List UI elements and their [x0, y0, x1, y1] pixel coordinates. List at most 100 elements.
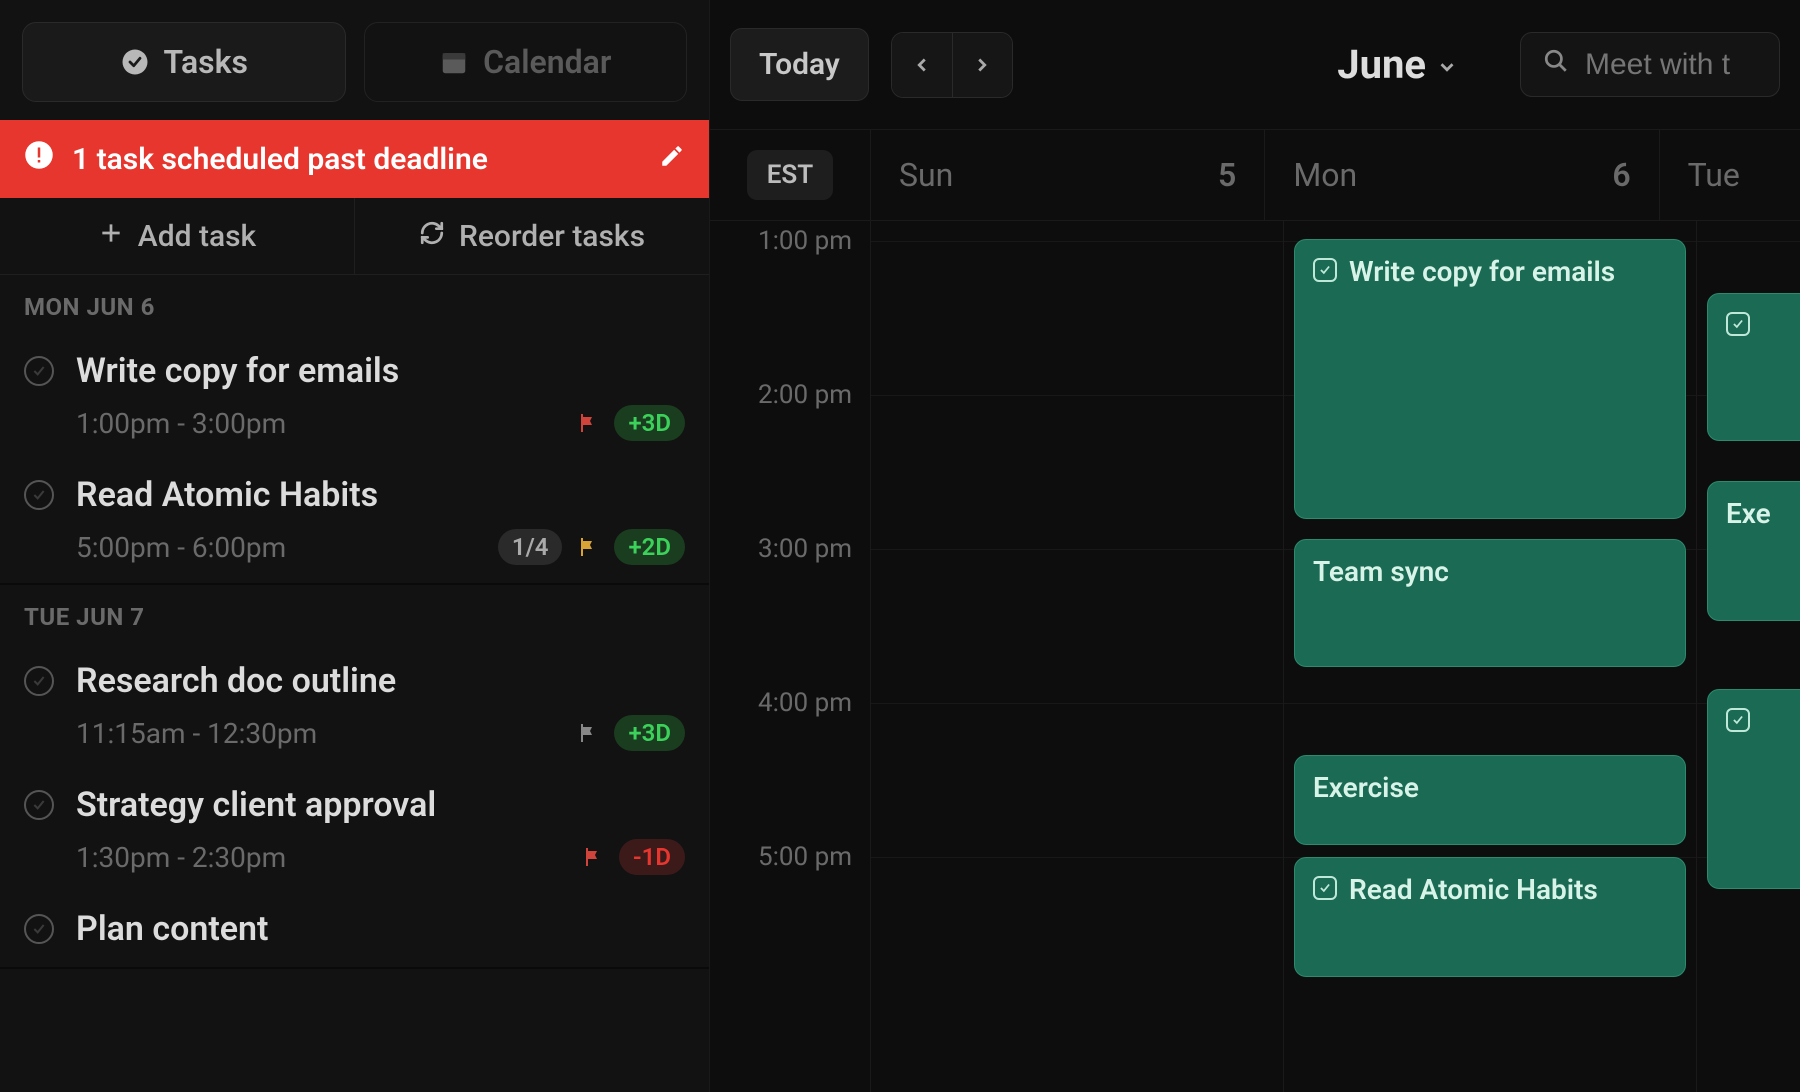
task-checkbox[interactable]	[24, 356, 54, 386]
task-item[interactable]: Research doc outline 11:15am - 12:30pm +…	[0, 645, 709, 769]
task-day-header: TUE JUN 7	[0, 585, 709, 645]
task-title: Read Atomic Habits	[76, 475, 378, 515]
event-checkbox[interactable]	[1726, 312, 1750, 336]
task-panel: Tasks Calendar 1 task scheduled past dea…	[0, 0, 710, 1092]
timezone-chip[interactable]: EST	[710, 130, 870, 220]
month-picker[interactable]: June	[1337, 41, 1458, 88]
delta-pill: +2D	[614, 529, 685, 565]
search-input[interactable]	[1585, 48, 1757, 82]
month-label: June	[1337, 41, 1426, 88]
alert-text: 1 task scheduled past deadline	[72, 142, 488, 177]
calendar-event[interactable]: Exe	[1707, 481, 1800, 621]
delta-pill: +3D	[614, 715, 685, 751]
progress-pill: 1/4	[498, 529, 563, 565]
tab-tasks-label: Tasks	[164, 43, 248, 81]
calendar-grid[interactable]: 1:00 pm 2:00 pm 3:00 pm 4:00 pm 5:00 pm Writ…	[710, 221, 1800, 1092]
tab-tasks[interactable]: Tasks	[22, 22, 346, 102]
task-title: Strategy client approval	[76, 785, 436, 825]
day-name: Mon	[1293, 156, 1357, 194]
timezone-label: EST	[747, 150, 834, 200]
task-list: MON JUN 6 Write copy for emails 1:00pm -…	[0, 275, 709, 969]
calendar-event[interactable]: Team sync	[1294, 539, 1686, 667]
today-label: Today	[759, 47, 840, 82]
tab-calendar[interactable]: Calendar	[364, 22, 688, 102]
event-checkbox[interactable]	[1313, 258, 1337, 282]
day-number: 6	[1612, 156, 1630, 194]
event-title: Exercise	[1313, 770, 1419, 805]
event-title: Team sync	[1313, 554, 1449, 589]
day-header-tue: Tue	[1659, 130, 1800, 220]
task-title: Write copy for emails	[76, 351, 399, 391]
time-label: 2:00 pm	[758, 380, 852, 410]
nav-arrows	[891, 32, 1013, 98]
task-time: 1:00pm - 3:00pm	[76, 407, 562, 440]
day-name: Sun	[899, 156, 953, 194]
flag-icon	[576, 411, 600, 435]
add-task-button[interactable]: Add task	[0, 198, 354, 274]
day-header-mon: Mon 6	[1264, 130, 1658, 220]
day-column-mon[interactable]: Write copy for emails Team sync Exercise Re…	[1283, 221, 1696, 1092]
time-label: 5:00 pm	[758, 842, 852, 872]
task-checkbox[interactable]	[24, 790, 54, 820]
task-day-header: MON JUN 6	[0, 275, 709, 335]
day-column-sun[interactable]	[870, 221, 1283, 1092]
reorder-icon	[419, 219, 445, 254]
day-header-sun: Sun 5	[870, 130, 1264, 220]
search-icon	[1543, 47, 1569, 82]
task-title: Plan content	[76, 909, 268, 949]
flag-icon	[576, 721, 600, 745]
calendar-event[interactable]: Write copy for emails	[1294, 239, 1686, 519]
today-button[interactable]: Today	[730, 28, 869, 101]
day-name: Tue	[1688, 156, 1740, 194]
calendar-event[interactable]: Exercise	[1294, 755, 1686, 845]
calendar-toolbar: Today June	[710, 0, 1800, 129]
event-title: Read Atomic Habits	[1349, 872, 1598, 907]
delta-pill: +3D	[614, 405, 685, 441]
calendar-icon	[439, 47, 469, 77]
day-column-tue[interactable]: Exe	[1696, 221, 1800, 1092]
prev-button[interactable]	[892, 33, 952, 97]
time-gutter: 1:00 pm 2:00 pm 3:00 pm 4:00 pm 5:00 pm	[710, 221, 870, 1092]
task-time: 1:30pm - 2:30pm	[76, 841, 567, 874]
calendar-event[interactable]: Read Atomic Habits	[1294, 857, 1686, 977]
event-checkbox[interactable]	[1726, 708, 1750, 732]
time-label: 1:00 pm	[758, 226, 852, 256]
edit-icon[interactable]	[659, 142, 685, 177]
task-item[interactable]: Strategy client approval 1:30pm - 2:30pm…	[0, 769, 709, 893]
calendar-panel: Today June EST Sun 5	[710, 0, 1800, 1092]
event-title: Exe	[1726, 496, 1771, 531]
alert-icon	[24, 140, 54, 178]
chevron-down-icon	[1436, 41, 1458, 88]
task-time: 5:00pm - 6:00pm	[76, 531, 484, 564]
task-checkbox[interactable]	[24, 480, 54, 510]
delta-pill: -1D	[619, 839, 685, 875]
task-item[interactable]: Read Atomic Habits 5:00pm - 6:00pm 1/4 +2…	[0, 459, 709, 583]
search-box[interactable]	[1520, 32, 1780, 97]
flag-icon	[576, 535, 600, 559]
calendar-event[interactable]	[1707, 293, 1800, 441]
day-number: 5	[1218, 156, 1236, 194]
task-item[interactable]: Write copy for emails 1:00pm - 3:00pm +3…	[0, 335, 709, 459]
calendar-day-header: EST Sun 5 Mon 6 Tue	[710, 129, 1800, 221]
calendar-event[interactable]	[1707, 689, 1800, 889]
time-label: 3:00 pm	[758, 534, 852, 564]
tab-calendar-label: Calendar	[483, 43, 611, 81]
reorder-button[interactable]: Reorder tasks	[354, 198, 709, 274]
next-button[interactable]	[952, 33, 1012, 97]
time-label: 4:00 pm	[758, 688, 852, 718]
task-checkbox[interactable]	[24, 914, 54, 944]
check-circle-icon	[120, 47, 150, 77]
task-actions: Add task Reorder tasks	[0, 198, 709, 275]
deadline-alert[interactable]: 1 task scheduled past deadline	[0, 120, 709, 198]
flag-icon	[581, 845, 605, 869]
panel-tabs: Tasks Calendar	[0, 0, 709, 120]
task-item[interactable]: Plan content	[0, 893, 709, 967]
add-task-label: Add task	[138, 219, 256, 254]
task-time: 11:15am - 12:30pm	[76, 717, 562, 750]
plus-icon	[98, 219, 124, 254]
event-title: Write copy for emails	[1349, 254, 1615, 289]
task-title: Research doc outline	[76, 661, 396, 701]
event-checkbox[interactable]	[1313, 876, 1337, 900]
reorder-label: Reorder tasks	[459, 219, 645, 254]
task-checkbox[interactable]	[24, 666, 54, 696]
